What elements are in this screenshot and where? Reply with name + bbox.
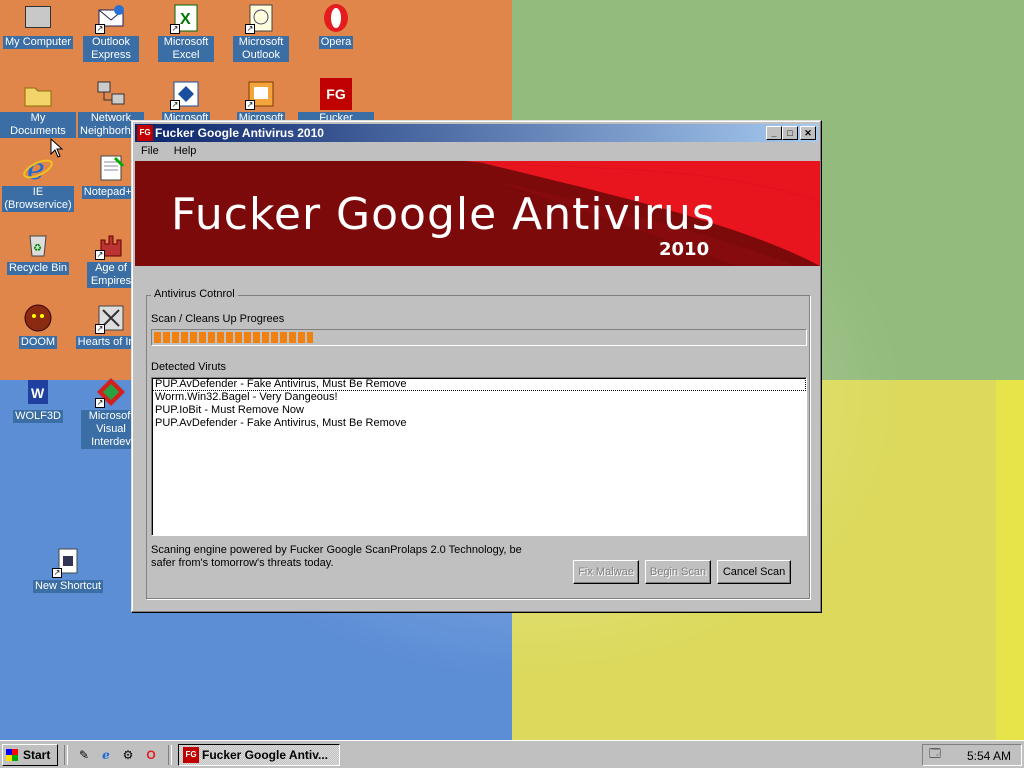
desktop-icon-my-computer[interactable]: My Computer <box>0 2 76 49</box>
antivirus-control-group: Antivirus Cotnrol Scan / Cleans Up Progr… <box>146 288 810 599</box>
scan-progress-bar <box>151 329 807 346</box>
cancel-scan-button[interactable]: Cancel Scan <box>717 560 791 584</box>
desktop-icon-microsoft-1[interactable]: ↗ Microsoft <box>148 78 224 125</box>
desktop-icon-outlook-express[interactable]: ↗ Outlook Express <box>73 2 149 62</box>
close-icon: ✕ <box>804 128 812 138</box>
desktop: My Computer ↗ Outlook Express X ↗ Microso… <box>0 0 1024 740</box>
banner-year: 2010 <box>659 239 710 260</box>
clock[interactable]: 5:54 AM <box>967 749 1011 763</box>
group-title: Antivirus Cotnrol <box>151 288 238 300</box>
menu-file[interactable]: File <box>135 143 165 159</box>
opera-icon[interactable]: O <box>143 747 159 763</box>
tray-app-icon[interactable]: 🗔 <box>929 747 943 761</box>
svg-text:X: X <box>180 11 191 28</box>
doom-icon <box>22 302 54 334</box>
desktop-icon-label: Opera <box>318 36 354 49</box>
start-button[interactable]: Start <box>2 744 58 766</box>
recycle-bin-icon: ♻ <box>22 228 54 260</box>
network-icon <box>95 78 127 110</box>
desktop-icon-microsoft-2[interactable]: ↗ Microsoft <box>223 78 299 125</box>
desktop-icon-label: New Shortcut <box>32 580 104 593</box>
maximize-button[interactable]: □ <box>782 126 798 140</box>
desktop-icon-wolf3d[interactable]: W WOLF3D <box>0 376 76 423</box>
desktop-icon-new-shortcut[interactable]: ↗ New Shortcut <box>30 546 106 593</box>
fg-antivirus-icon: FG <box>320 78 352 110</box>
visual-interdev-icon: ↗ <box>95 376 127 408</box>
progress-fill <box>154 332 313 343</box>
svg-text:♻: ♻ <box>33 243 42 254</box>
outlook-icon: ↗ <box>245 2 277 34</box>
menu-help[interactable]: Help <box>168 143 203 159</box>
excel-icon: X ↗ <box>170 2 202 34</box>
fg-app-icon: FG <box>183 747 199 763</box>
fg-app-icon: FG <box>137 125 153 141</box>
taskbar-separator <box>168 745 172 765</box>
notepad-icon <box>95 152 127 184</box>
windows-logo-icon <box>6 749 18 761</box>
fix-malware-button[interactable]: Fix Malwae <box>573 560 639 584</box>
system-tray: 🗔 5:54 AM <box>922 744 1022 766</box>
begin-scan-button[interactable]: Begin Scan <box>645 560 711 584</box>
desktop-icon-label: My Computer <box>2 36 74 49</box>
microsoft-app-icon: ↗ <box>245 78 277 110</box>
desktop-icon-outlook[interactable]: ↗ Microsoft Outlook <box>223 2 299 62</box>
desktop-icon-label: Microsoft Outlook <box>233 36 289 62</box>
desktop-icon-label: Microsoft Excel <box>158 36 214 62</box>
desktop-icon-label: DOOM <box>18 336 58 349</box>
list-item[interactable]: PUP.AvDefender - Fake Antivirus, Must Be… <box>152 417 806 430</box>
castle-icon: ↗ <box>95 228 127 260</box>
product-banner: Fucker Google Antivirus 2010 <box>135 161 820 266</box>
antivirus-window[interactable]: FG Fucker Google Antivirus 2010 _ □ ✕ Fi… <box>131 120 822 613</box>
mouse-cursor-icon <box>50 138 64 158</box>
desktop-icon-doom[interactable]: DOOM <box>0 302 76 349</box>
desktop-icon-label: Age of Empires <box>87 262 135 288</box>
computer-icon <box>25 6 51 28</box>
desktop-icon-opera[interactable]: Opera <box>298 2 374 49</box>
progress-label: Scan / Cleans Up Progrees <box>151 313 285 325</box>
list-item[interactable]: PUP.AvDefender - Fake Antivirus, Must Be… <box>152 378 806 391</box>
taskbar: Start ✎ e ⚙ O FG Fucker Google Antiv... … <box>0 740 1024 768</box>
detected-label: Detected Viruts <box>151 361 227 373</box>
window-titlebar[interactable]: FG Fucker Google Antivirus 2010 _ □ ✕ <box>135 124 818 142</box>
minimize-button[interactable]: _ <box>766 126 782 140</box>
footer-line-2: safer from's tomorrow's threats today. <box>151 557 334 569</box>
internet-explorer-icon[interactable]: e <box>98 747 114 763</box>
taskbar-window-label: Fucker Google Antiv... <box>202 748 329 762</box>
minimize-icon: _ <box>771 128 777 138</box>
microsoft-app-icon: ↗ <box>170 78 202 110</box>
menubar: File Help <box>135 143 818 161</box>
start-label: Start <box>23 748 51 762</box>
folder-icon <box>22 78 54 110</box>
footer-line-1: Scaning engine powered by Fucker Google … <box>151 544 522 556</box>
list-item[interactable]: Worm.Win32.Bagel - Very Dangeous! <box>152 391 806 404</box>
footer-text: Scaning engine powered by Fucker Google … <box>151 544 531 570</box>
desktop-icon-label: WOLF3D <box>13 410 63 423</box>
shortcut-file-icon: ↗ <box>52 546 84 578</box>
desktop-icon-label: IE (Browservice) <box>2 186 74 212</box>
taskbar-separator <box>64 745 68 765</box>
detected-threats-list[interactable]: PUP.AvDefender - Fake Antivirus, Must Be… <box>151 377 807 536</box>
wallpaper-stripe <box>996 380 1024 740</box>
wolf3d-icon: W <box>22 376 54 408</box>
taskbar-window-button[interactable]: FG Fucker Google Antiv... <box>178 744 340 766</box>
list-item[interactable]: PUP.IoBit - Must Remove Now <box>152 404 806 417</box>
hearts-of-iron-icon: ↗ <box>95 302 127 334</box>
desktop-icon-my-documents[interactable]: My Documents <box>0 78 76 138</box>
show-desktop-icon[interactable]: ✎ <box>76 747 92 763</box>
opera-icon <box>320 2 352 34</box>
desktop-icon-ie[interactable]: e IE (Browservice) <box>0 152 76 212</box>
desktop-icon-excel[interactable]: X ↗ Microsoft Excel <box>148 2 224 62</box>
desktop-icon-label: Recycle Bin <box>6 262 70 275</box>
channels-icon[interactable]: ⚙ <box>120 747 136 763</box>
svg-text:W: W <box>31 385 45 401</box>
window-title: Fucker Google Antivirus 2010 <box>155 126 324 140</box>
desktop-icon-recycle-bin[interactable]: ♻ Recycle Bin <box>0 228 76 275</box>
close-button[interactable]: ✕ <box>800 126 816 140</box>
maximize-icon: □ <box>787 128 793 138</box>
desktop-icon-label: My Documents <box>0 112 76 138</box>
desktop-icon-label: Outlook Express <box>83 36 139 62</box>
banner-title: Fucker Google Antivirus <box>171 189 716 240</box>
outlook-express-icon: ↗ <box>95 2 127 34</box>
